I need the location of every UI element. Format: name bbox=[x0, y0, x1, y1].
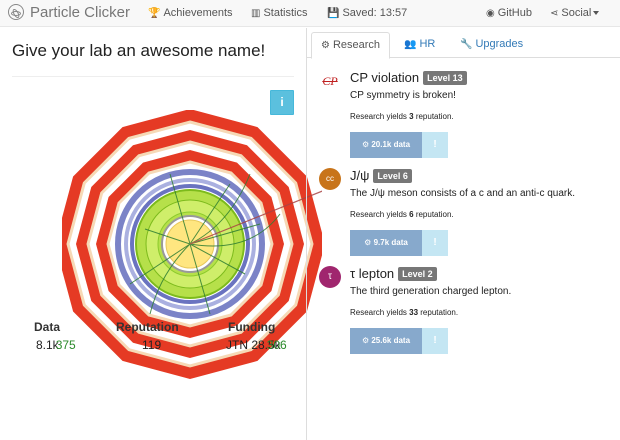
tabs-panel: ⚙ Research 👥 HR 🔧 Upgrades CP CP violation L… bbox=[306, 28, 620, 440]
research-buy-button[interactable]: ⚙ 20.1k data bbox=[350, 132, 422, 158]
data-delta: 375 bbox=[55, 338, 76, 352]
cogs-icon: ⚙ bbox=[361, 336, 370, 345]
research-name: τ lepton bbox=[350, 266, 395, 281]
nav-achievements-label: Achievements bbox=[163, 7, 233, 19]
research-name: J/ψ bbox=[350, 168, 370, 183]
research-yield: Research yields 3 reputation. bbox=[350, 112, 454, 121]
research-yield: Research yields 6 reputation. bbox=[350, 210, 454, 219]
tab-bar: ⚙ Research 👥 HR 🔧 Upgrades bbox=[307, 28, 620, 59]
nav-saved-label: Saved: 13:57 bbox=[342, 7, 408, 19]
yield-suffix: reputation. bbox=[413, 112, 454, 121]
research-buy-button[interactable]: ⚙ 25.6k data bbox=[350, 328, 422, 354]
tab-research-label: Research bbox=[332, 39, 381, 51]
nav-achievements[interactable]: 🏆 Achievements bbox=[148, 7, 233, 19]
yield-prefix: Research yields bbox=[350, 308, 410, 317]
cp-icon-text: CP bbox=[322, 74, 338, 88]
lab-panel: Give your lab an awesome name! i Data 8.… bbox=[0, 28, 322, 440]
research-title: τ lepton Level 2 bbox=[350, 266, 437, 281]
yield-suffix: reputation. bbox=[413, 210, 454, 219]
reputation-stat-value: 119 bbox=[142, 338, 162, 352]
tab-upgrades[interactable]: 🔧 Upgrades bbox=[451, 32, 532, 59]
research-cost: 20.1k data bbox=[371, 140, 411, 149]
research-info-button[interactable]: ! bbox=[422, 132, 448, 158]
tab-upgrades-label: Upgrades bbox=[475, 38, 524, 50]
level-badge: Level 6 bbox=[373, 169, 412, 183]
nav-github[interactable]: ◉ GitHub bbox=[486, 7, 532, 19]
nav-statistics[interactable]: ▥ Statistics bbox=[251, 7, 307, 19]
yield-prefix: Research yields bbox=[350, 112, 410, 121]
research-description: The J/ψ meson consists of a c and an ant… bbox=[350, 188, 576, 199]
research-cost: 9.7k data bbox=[373, 238, 408, 247]
research-info-button[interactable]: ! bbox=[422, 328, 448, 354]
brand-title: Particle Clicker bbox=[30, 4, 131, 21]
caret-down-icon bbox=[593, 11, 600, 15]
atom-icon bbox=[8, 4, 24, 20]
cogs-icon: ⚙ bbox=[361, 140, 370, 149]
yield-prefix: Research yields bbox=[350, 210, 410, 219]
tab-hr[interactable]: 👥 HR bbox=[395, 32, 444, 59]
nav-social-label: Social bbox=[561, 7, 592, 19]
navbar: Particle Clicker 🏆 Achievements ▥ Statisti… bbox=[0, 0, 620, 27]
research-buy-button[interactable]: ⚙ 9.7k data bbox=[350, 230, 422, 256]
level-badge: Level 2 bbox=[398, 267, 437, 281]
research-name: CP violation bbox=[350, 70, 420, 85]
level-badge: Level 13 bbox=[423, 71, 467, 85]
wrench-icon: 🔧 bbox=[460, 39, 473, 50]
nav-statistics-label: Statistics bbox=[263, 7, 308, 19]
reputation-stat-label: Reputation bbox=[116, 320, 179, 334]
funding-stat-value: JTN 28.5k306 bbox=[226, 338, 287, 352]
lab-name[interactable]: Give your lab an awesome name! bbox=[12, 41, 265, 61]
research-info-button[interactable]: ! bbox=[422, 230, 448, 256]
github-icon: ◉ bbox=[486, 8, 495, 19]
research-yield: Research yields 33 reputation. bbox=[350, 308, 458, 317]
cp-violation-icon: CP bbox=[319, 70, 341, 92]
share-icon: ⋖ bbox=[550, 8, 559, 19]
data-stat-label: Data bbox=[34, 320, 61, 334]
research-cost: 25.6k data bbox=[371, 336, 411, 345]
jpsi-icon: cc bbox=[319, 168, 341, 190]
jpsi-icon-text: cc bbox=[326, 174, 334, 183]
nav-social[interactable]: ⋖ Social bbox=[550, 7, 600, 19]
yield-value: 33 bbox=[409, 308, 419, 317]
data-stat-value: 8.1k375 bbox=[36, 338, 76, 352]
yield-suffix: reputation. bbox=[418, 308, 459, 317]
cogs-icon: ⚙ bbox=[321, 40, 330, 51]
tab-research[interactable]: ⚙ Research bbox=[311, 32, 391, 59]
research-description: The third generation charged lepton. bbox=[350, 286, 512, 297]
cogs-icon: ⚙ bbox=[364, 238, 372, 247]
nav-github-label: GitHub bbox=[497, 7, 532, 19]
brand-link[interactable]: Particle Clicker bbox=[8, 4, 130, 21]
floppy-disk-icon: 💾 bbox=[327, 8, 340, 19]
tab-hr-label: HR bbox=[419, 38, 436, 50]
funding-delta: 306 bbox=[266, 338, 287, 352]
research-description: CP symmetry is broken! bbox=[350, 90, 456, 101]
tau-icon-text: τ bbox=[328, 271, 332, 282]
bar-chart-icon: ▥ bbox=[251, 8, 261, 19]
research-title: CP violation Level 13 bbox=[350, 70, 467, 85]
tau-lepton-icon: τ bbox=[319, 266, 341, 288]
nav-saved[interactable]: 💾 Saved: 13:57 bbox=[327, 7, 407, 19]
trophy-icon: 🏆 bbox=[148, 8, 161, 19]
divider bbox=[12, 76, 294, 77]
users-icon: 👥 bbox=[404, 39, 417, 50]
research-title: J/ψ Level 6 bbox=[350, 168, 412, 183]
funding-stat-label: Funding bbox=[228, 320, 276, 334]
